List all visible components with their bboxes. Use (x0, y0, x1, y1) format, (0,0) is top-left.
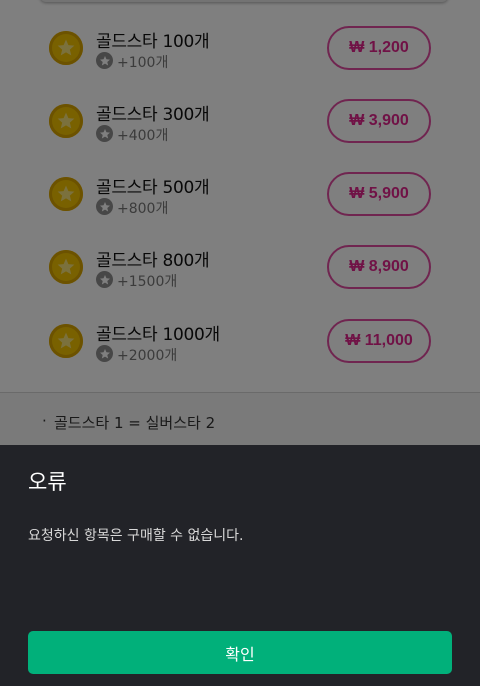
error-dialog: 오류 요청하신 항목은 구매할 수 없습니다. 확인 (0, 445, 480, 686)
dialog-title: 오류 (28, 470, 67, 494)
confirm-button[interactable]: 확인 (28, 631, 452, 674)
dialog-message: 요청하신 항목은 구매할 수 없습니다. (28, 528, 244, 544)
